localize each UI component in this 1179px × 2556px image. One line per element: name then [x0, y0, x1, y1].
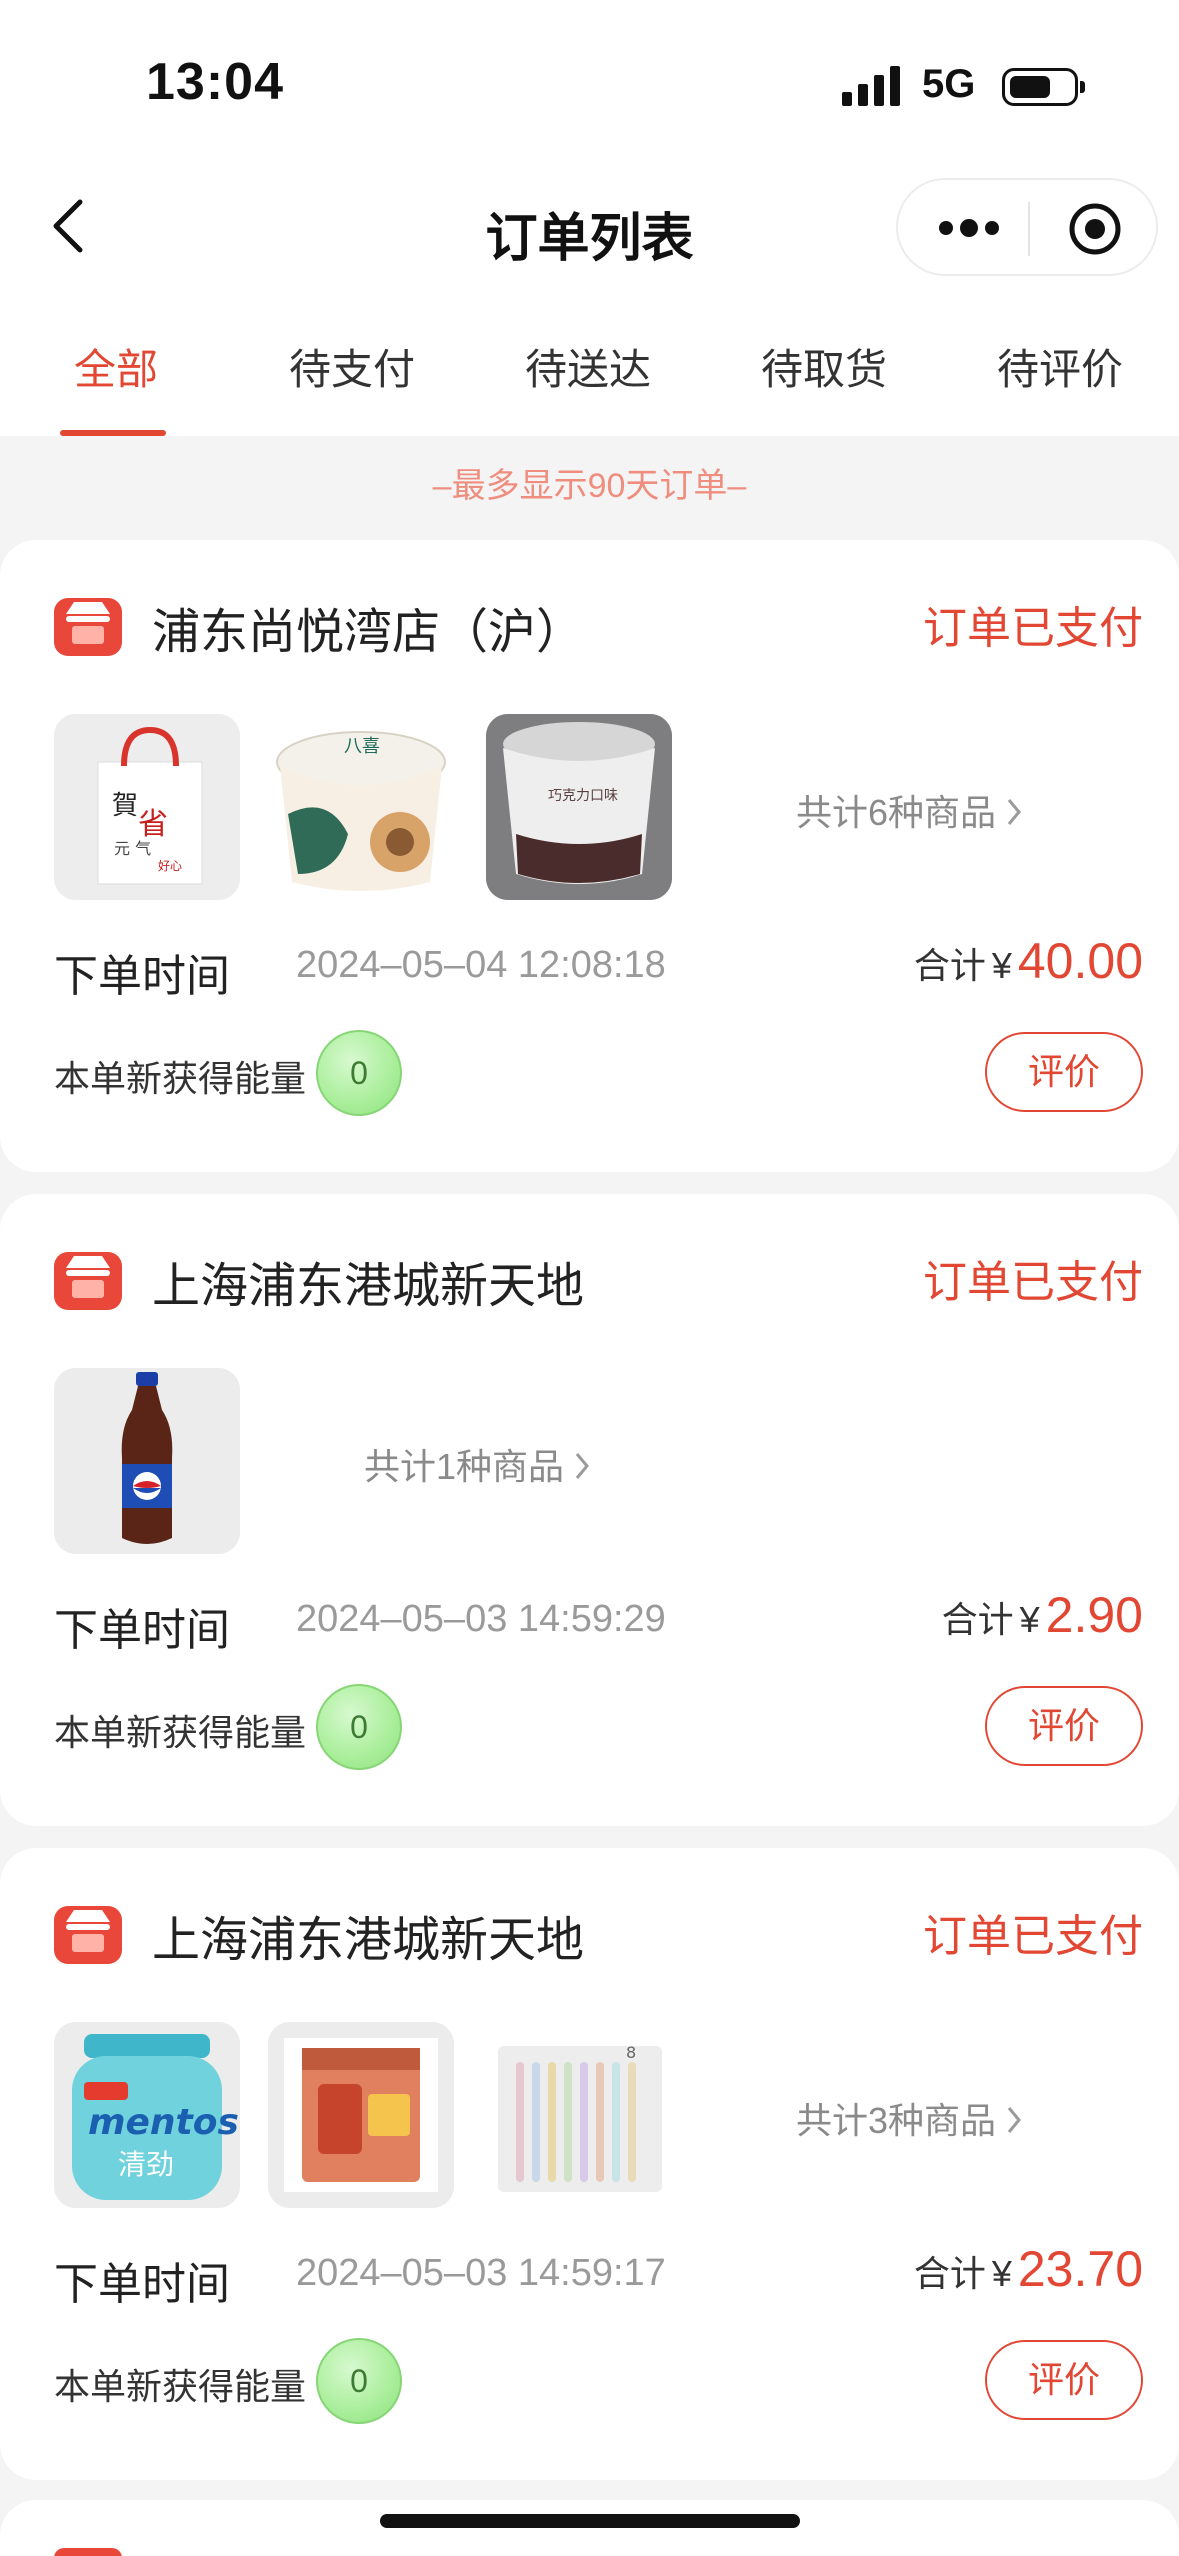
- order-time: 2024–05–03 14:59:29: [296, 1598, 666, 1640]
- ice-cream-cup-icon: 巧克力口味: [486, 714, 672, 900]
- svg-text:mentos: mentos: [88, 2102, 239, 2143]
- order-time: 2024–05–04 12:08:18: [296, 944, 666, 986]
- gift-bag-icon: 賀 省 元 气 好心: [54, 714, 240, 900]
- order-status: 订单已支付: [923, 1912, 1143, 1961]
- svg-text:八喜: 八喜: [344, 736, 380, 757]
- order-card-partial: [0, 2500, 1179, 2556]
- rate-button[interactable]: 评价: [985, 2340, 1143, 2420]
- mentos-bottle-icon: mentos 清劲: [54, 2022, 240, 2208]
- order-status: 订单已支付: [923, 1258, 1143, 1307]
- toothbrush-set-icon: 8: [486, 2022, 672, 2208]
- energy-badge: 0: [316, 1684, 402, 1770]
- energy-badge: 0: [316, 2338, 402, 2424]
- order-total: 合计 ¥ 40.00: [914, 932, 1143, 990]
- order-time: 2024–05–03 14:59:17: [296, 2252, 666, 2294]
- energy-label: 本单新获得能量: [54, 1712, 307, 1753]
- rate-button[interactable]: 评价: [985, 1686, 1143, 1766]
- order-total: 合计 ¥ 2.90: [942, 1586, 1143, 1644]
- total-amount: 23.70: [1017, 2241, 1143, 2297]
- product-thumbnail[interactable]: 巧克力口味: [486, 714, 672, 900]
- order-tabs: 全部 待支付 待送达 待取货 待评价: [0, 330, 1179, 436]
- total-amount: 40.00: [1017, 933, 1143, 989]
- chevron-right-icon: [1007, 2107, 1021, 2133]
- item-count: 共计1种商品: [364, 1446, 565, 1487]
- currency-symbol: ¥: [991, 2253, 1012, 2294]
- store-name: 上海浦东港城新天地: [152, 1260, 585, 1313]
- total-amount: 2.90: [1045, 1587, 1143, 1643]
- item-count-link[interactable]: 共计1种商品: [364, 1438, 590, 1490]
- order-card[interactable]: 上海浦东港城新天地 订单已支付 mentos 清劲 8 共计3种商品 下单时间 …: [0, 1848, 1179, 2480]
- energy-label: 本单新获得能量: [54, 1058, 307, 1099]
- battery-icon: [1002, 68, 1085, 106]
- store-icon: [54, 2548, 122, 2556]
- currency-symbol: ¥: [991, 945, 1012, 986]
- item-count-link[interactable]: 共计6种商品: [796, 784, 1022, 836]
- product-thumbnail[interactable]: mentos 清劲: [54, 2022, 240, 2208]
- item-count: 共计3种商品: [796, 2100, 997, 2141]
- product-thumbnail[interactable]: 8: [486, 2022, 672, 2208]
- svg-text:省: 省: [138, 807, 168, 842]
- signal-icon: [842, 66, 900, 106]
- energy-label: 本单新获得能量: [54, 2366, 307, 2407]
- home-indicator: [380, 2514, 800, 2528]
- order-time-label: 下单时间: [54, 2260, 230, 2309]
- product-thumbnail[interactable]: [268, 2022, 454, 2208]
- currency-symbol: ¥: [1019, 1599, 1040, 1640]
- total-label: 合计: [941, 1599, 1014, 1640]
- order-range-notice: –最多显示90天订单–: [432, 467, 747, 505]
- svg-text:巧克力口味: 巧克力口味: [548, 788, 618, 804]
- tab-pending-review[interactable]: 待评价: [970, 336, 1150, 397]
- svg-text:好心: 好心: [158, 859, 182, 873]
- store-icon: [54, 1252, 122, 1310]
- snack-pack-icon: [268, 2022, 454, 2208]
- order-total: 合计 ¥ 23.70: [914, 2240, 1143, 2298]
- svg-text:8: 8: [626, 2043, 636, 2062]
- ice-cream-cup-icon: 八喜: [268, 714, 454, 900]
- order-time-label: 下单时间: [54, 1606, 230, 1655]
- status-time: 13:04: [146, 53, 284, 111]
- active-tab-indicator: [60, 430, 166, 436]
- store-name: 上海浦东港城新天地: [152, 1914, 585, 1967]
- chevron-right-icon: [1007, 799, 1021, 825]
- svg-text:清劲: 清劲: [118, 2148, 174, 2181]
- close-target-icon[interactable]: [1068, 202, 1122, 256]
- tab-pending-pickup[interactable]: 待取货: [734, 336, 914, 397]
- tab-pending-delivery[interactable]: 待送达: [498, 336, 678, 397]
- product-thumbnail[interactable]: [54, 1368, 240, 1554]
- total-label: 合计: [913, 2253, 986, 2294]
- tab-pending-payment[interactable]: 待支付: [262, 336, 442, 397]
- item-count: 共计6种商品: [796, 792, 997, 833]
- order-time-label: 下单时间: [54, 952, 230, 1001]
- order-card[interactable]: 浦东尚悦湾店（沪） 订单已支付 賀 省 元 气 好心 八喜 巧克力口味 共计6种…: [0, 540, 1179, 1172]
- total-label: 合计: [913, 945, 986, 986]
- product-thumbnail[interactable]: 八喜: [268, 714, 454, 900]
- tab-all[interactable]: 全部: [26, 336, 206, 397]
- pepsi-bottle-icon: [54, 1368, 240, 1554]
- chevron-right-icon: [575, 1453, 589, 1479]
- order-card[interactable]: 上海浦东港城新天地 订单已支付 共计1种商品 下单时间 2024–05–03 1…: [0, 1194, 1179, 1826]
- store-icon: [54, 598, 122, 656]
- mini-program-capsule: [896, 178, 1158, 276]
- store-icon: [54, 1906, 122, 1964]
- item-count-link[interactable]: 共计3种商品: [796, 2092, 1022, 2144]
- svg-text:賀: 賀: [112, 791, 138, 821]
- energy-badge: 0: [316, 1030, 402, 1116]
- store-name: 浦东尚悦湾店（沪）: [152, 606, 585, 659]
- rate-button[interactable]: 评价: [985, 1032, 1143, 1112]
- network-type: 5G: [922, 62, 976, 106]
- header-area: 13:04 5G 订单列表 全部 待支付 待送达 待取货 待评价: [0, 0, 1179, 436]
- more-icon[interactable]: [936, 210, 1002, 246]
- order-status: 订单已支付: [923, 604, 1143, 653]
- svg-text:元 气: 元 气: [114, 839, 151, 858]
- capsule-divider: [1028, 202, 1030, 256]
- product-thumbnail[interactable]: 賀 省 元 气 好心: [54, 714, 240, 900]
